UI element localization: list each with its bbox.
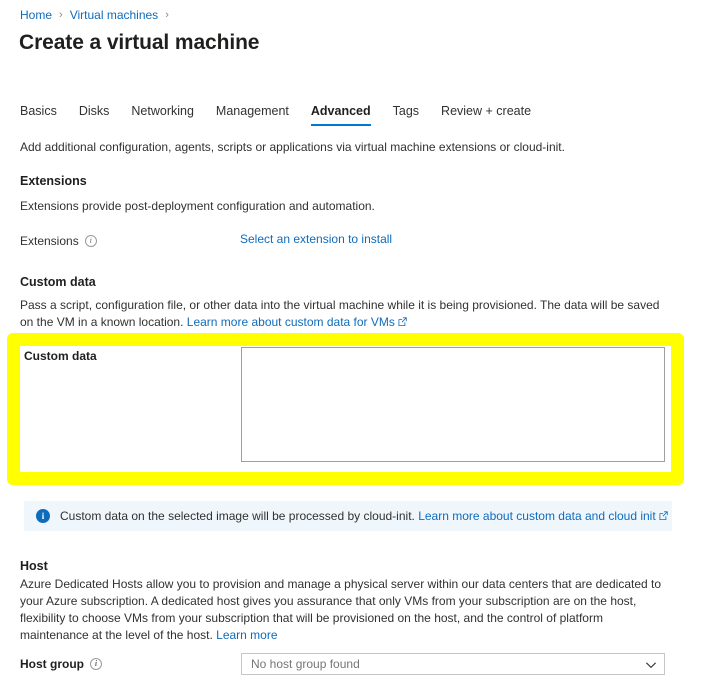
info-banner-message: Custom data on the selected image will b… xyxy=(60,509,415,523)
extensions-description: Extensions provide post-deployment confi… xyxy=(20,199,375,213)
breadcrumb-item-home[interactable]: Home xyxy=(20,7,52,23)
chevron-down-icon xyxy=(645,658,657,670)
tab-networking[interactable]: Networking xyxy=(131,103,194,126)
tab-disks[interactable]: Disks xyxy=(79,103,110,126)
section-heading-extensions: Extensions xyxy=(20,174,87,188)
info-icon: i xyxy=(36,509,50,523)
breadcrumb-separator-icon-2: › xyxy=(165,9,169,21)
learn-more-custom-data-link[interactable]: Learn more about custom data for VMs xyxy=(187,315,407,329)
info-banner-text: Custom data on the selected image will b… xyxy=(60,508,668,524)
section-heading-custom-data: Custom data xyxy=(20,275,96,289)
external-link-icon xyxy=(659,511,668,520)
advanced-intro-text: Add additional configuration, agents, sc… xyxy=(20,140,565,154)
extensions-label-text: Extensions xyxy=(20,234,79,248)
extensions-field-label: Extensions i xyxy=(20,233,97,249)
select-extension-link[interactable]: Select an extension to install xyxy=(240,231,392,247)
tab-tags[interactable]: Tags xyxy=(393,103,419,126)
external-link-icon xyxy=(398,317,407,326)
info-banner: i Custom data on the selected image will… xyxy=(24,501,672,531)
tab-basics[interactable]: Basics xyxy=(20,103,57,126)
info-icon[interactable]: i xyxy=(90,658,102,670)
learn-more-cloud-init-label: Learn more about custom data and cloud i… xyxy=(418,509,656,523)
tab-review-create[interactable]: Review + create xyxy=(441,103,531,126)
section-heading-host: Host xyxy=(20,559,48,573)
breadcrumb: Home › Virtual machines › xyxy=(20,7,176,23)
page-title: Create a virtual machine xyxy=(19,31,260,54)
host-group-selected-value: No host group found xyxy=(251,657,360,671)
breadcrumb-separator-icon: › xyxy=(59,9,63,21)
custom-data-input[interactable] xyxy=(241,347,665,462)
tab-advanced[interactable]: Advanced xyxy=(310,103,371,126)
host-description-text: Azure Dedicated Hosts allow you to provi… xyxy=(20,577,662,642)
breadcrumb-item-virtual-machines[interactable]: Virtual machines xyxy=(70,7,159,23)
host-group-label-text: Host group xyxy=(20,657,84,671)
host-group-field-label: Host group i xyxy=(20,656,102,672)
learn-more-host-link[interactable]: Learn more xyxy=(216,628,277,642)
tab-management[interactable]: Management xyxy=(216,103,289,126)
learn-more-custom-data-label: Learn more about custom data for VMs xyxy=(186,315,395,329)
wizard-tabs: Basics Disks Networking Management Advan… xyxy=(20,103,531,129)
host-description: Azure Dedicated Hosts allow you to provi… xyxy=(20,576,670,644)
custom-data-field-label: Custom data xyxy=(24,349,97,363)
custom-data-description: Pass a script, configuration file, or ot… xyxy=(20,297,665,331)
learn-more-cloud-init-link[interactable]: Learn more about custom data and cloud i… xyxy=(418,509,668,523)
host-group-dropdown[interactable]: No host group found xyxy=(241,653,665,675)
info-icon[interactable]: i xyxy=(84,235,97,247)
